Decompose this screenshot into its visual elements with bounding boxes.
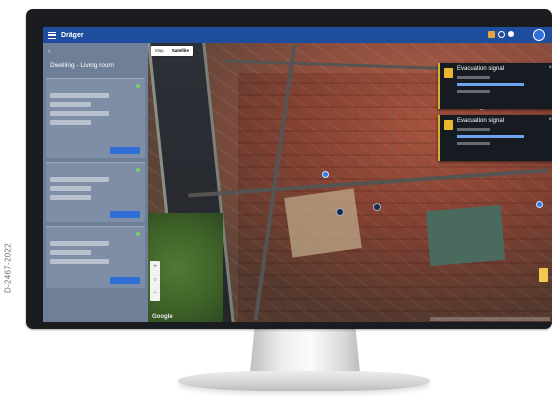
device-card-row: [50, 259, 110, 264]
map-plaza: [284, 188, 362, 258]
app-bar: Dräger: [43, 27, 552, 43]
notification-icon[interactable]: [488, 31, 495, 38]
device-card[interactable]: [46, 78, 145, 158]
back-link[interactable]: ‹: [43, 43, 148, 60]
map-attribution: [430, 317, 550, 321]
sidebar-title: Dwelling - Living room: [50, 62, 114, 69]
back-arrow-icon: ‹: [48, 48, 51, 55]
device-card-row: [50, 241, 110, 246]
alert-detail: [457, 142, 491, 145]
map-provider-logo: Google: [152, 314, 173, 320]
device-card-header: [50, 166, 141, 173]
monitor-stand-base: [178, 371, 430, 391]
map-type-toggle: Map Satellite: [151, 46, 194, 56]
location-pin-icon[interactable]: [536, 201, 543, 208]
app-logo: Dräger: [61, 31, 84, 39]
status-dot-icon: [136, 168, 140, 172]
alarm-icon: [444, 120, 453, 130]
device-card-row: [50, 102, 91, 107]
close-icon[interactable]: ×: [548, 65, 552, 71]
device-card-row: [50, 250, 91, 255]
status-dot-icon: [136, 84, 140, 88]
device-card-row: [50, 93, 110, 98]
settings-icon[interactable]: [498, 31, 505, 38]
alert-title: Evacuation signal: [457, 118, 505, 124]
status-icon[interactable]: [533, 29, 545, 41]
device-marker-icon[interactable]: [373, 203, 381, 211]
monitor: Dräger ‹ Dwelling - Living room Map Sate…: [26, 9, 552, 329]
figure-code: D-2467-2022: [1, 208, 15, 328]
menu-icon[interactable]: [48, 31, 56, 39]
device-card[interactable]: [46, 226, 145, 288]
alert-popup[interactable]: Evacuation signal ×: [438, 63, 552, 109]
device-card[interactable]: [46, 162, 145, 222]
map-church-roof: [425, 204, 506, 267]
close-icon[interactable]: ×: [548, 117, 552, 123]
pegman-icon[interactable]: [539, 268, 548, 282]
street-view-icon[interactable]: ○: [150, 274, 160, 287]
figure-code-text: D-2467-2022: [3, 243, 13, 293]
product-photo: D-2467-2022 Dräger ‹ Dwelling - Living r…: [0, 0, 552, 397]
device-card-row: [50, 111, 110, 116]
zoom-control: + ○ −: [150, 261, 160, 301]
device-card-button[interactable]: [110, 277, 140, 284]
monitor-stand-neck: [250, 329, 360, 373]
sidebar: ‹ Dwelling - Living room: [43, 43, 148, 322]
device-card-row: [50, 186, 91, 191]
map-type-map[interactable]: Map: [151, 46, 168, 56]
alert-detail: [457, 76, 491, 79]
app-title: [243, 31, 363, 39]
alert-link[interactable]: [457, 83, 524, 86]
zoom-out-icon[interactable]: −: [150, 287, 160, 300]
device-card-header: [50, 82, 141, 89]
alert-detail: [457, 90, 491, 93]
zoom-in-icon[interactable]: +: [150, 261, 160, 274]
alert-popup[interactable]: Evacuation signal ×: [438, 115, 552, 161]
user-icon[interactable]: [508, 31, 514, 37]
device-card-row: [50, 120, 91, 125]
back-link-label: [54, 49, 104, 55]
alert-link[interactable]: [457, 135, 524, 138]
location-pin-icon[interactable]: [322, 171, 329, 178]
alert-detail: [457, 128, 491, 131]
device-marker-icon[interactable]: [336, 208, 344, 216]
alarm-icon: [444, 68, 453, 78]
device-card-row: [50, 195, 91, 200]
device-card-row: [50, 177, 110, 182]
status-dot-icon: [136, 232, 140, 236]
device-card-button[interactable]: [110, 211, 140, 218]
device-card-header: [50, 230, 141, 237]
alert-title: Evacuation signal: [457, 66, 505, 72]
map-type-satellite[interactable]: Satellite: [168, 46, 193, 56]
monitor-screen: Dräger ‹ Dwelling - Living room Map Sate…: [43, 27, 552, 322]
device-card-button[interactable]: [110, 147, 140, 154]
